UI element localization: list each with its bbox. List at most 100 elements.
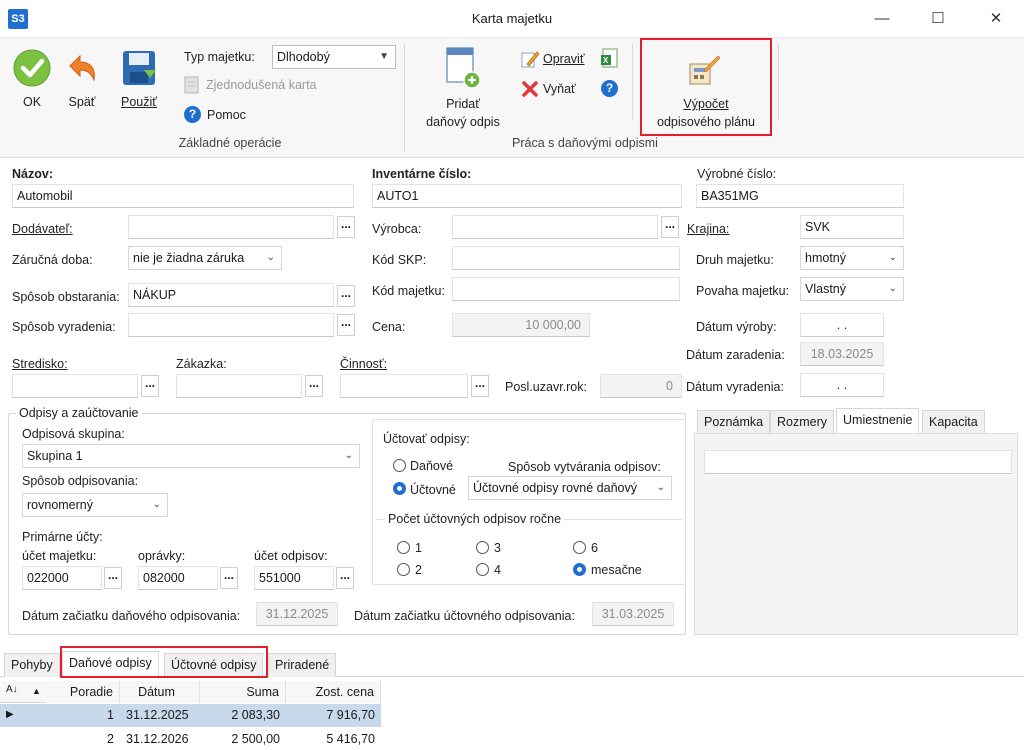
help-icon-2[interactable]: ? bbox=[601, 80, 618, 97]
activity-browse-button[interactable]: ... bbox=[471, 375, 489, 397]
remove-button[interactable]: Vyňať bbox=[543, 82, 576, 96]
ok-button[interactable]: OK bbox=[12, 95, 52, 109]
disposal-input[interactable] bbox=[128, 313, 334, 337]
sort-az-icon[interactable]: A↓ bbox=[6, 684, 26, 700]
skp-input[interactable] bbox=[452, 246, 680, 270]
acc-depr-input[interactable]: 551000 bbox=[254, 566, 334, 590]
col-header-residual[interactable]: Zost. cena bbox=[286, 681, 381, 703]
country-label: Krajina: bbox=[687, 222, 729, 236]
price-field: 10 000,00 bbox=[452, 313, 590, 337]
serial-input[interactable]: BA351MG bbox=[696, 184, 904, 208]
simplified-card-button[interactable]: Zjednodušená karta bbox=[206, 78, 317, 92]
order-input[interactable] bbox=[176, 374, 302, 398]
center-input[interactable] bbox=[12, 374, 138, 398]
nature-select[interactable]: Vlastný ⌄ bbox=[800, 277, 904, 301]
post-tax-radio[interactable] bbox=[393, 459, 406, 472]
disp-date-input[interactable]: . . bbox=[800, 373, 884, 397]
close-icon[interactable]: ✕ bbox=[974, 6, 1018, 32]
producer-browse-button[interactable]: ... bbox=[661, 216, 679, 238]
tab-location[interactable]: Umiestnenie bbox=[836, 408, 920, 434]
acc-asset-input[interactable]: 022000 bbox=[22, 566, 102, 590]
center-browse-button[interactable]: ... bbox=[141, 375, 159, 397]
help-button[interactable]: Pomoc bbox=[207, 108, 246, 122]
card-icon bbox=[184, 76, 200, 94]
method-select[interactable]: rovnomerný ⌄ bbox=[22, 493, 168, 517]
count-radio-2[interactable] bbox=[397, 563, 410, 576]
depr-group-select[interactable]: Skupina 1 ⌄ bbox=[22, 444, 360, 468]
col-header-date[interactable]: Dátum bbox=[120, 681, 200, 703]
acc-corr-browse-button[interactable]: ... bbox=[220, 567, 238, 589]
use-button[interactable]: Použiť bbox=[114, 95, 164, 109]
order-browse-button[interactable]: ... bbox=[305, 375, 323, 397]
sort-up-icon[interactable]: ▲ bbox=[32, 686, 41, 696]
ok-icon[interactable] bbox=[12, 48, 52, 88]
table-row[interactable]: 2 31.12.2026 2 500,00 5 416,70 bbox=[0, 728, 381, 750]
calc-line2: odpisového plánu bbox=[657, 115, 755, 129]
supplier-input[interactable] bbox=[128, 215, 334, 239]
tab-capacity[interactable]: Kapacita bbox=[922, 410, 985, 434]
add-document-icon[interactable] bbox=[444, 46, 482, 90]
calc-plan-button[interactable]: Výpočet odpisového plánu bbox=[642, 95, 770, 131]
undo-arrow-icon[interactable] bbox=[64, 52, 100, 86]
name-input[interactable]: Automobil bbox=[12, 184, 354, 208]
acc-start-field: 31.03.2025 bbox=[592, 602, 674, 626]
primary-accounts-label: Primárne účty: bbox=[22, 530, 103, 544]
count-radio-1[interactable] bbox=[397, 541, 410, 554]
col-header-order[interactable]: Poradie bbox=[46, 681, 120, 703]
disp-date-label: Dátum vyradenia: bbox=[686, 380, 784, 394]
help-icon[interactable]: ? bbox=[184, 106, 201, 123]
prod-date-input[interactable]: . . bbox=[800, 313, 884, 337]
acc-corr-input[interactable]: 082000 bbox=[138, 566, 218, 590]
acc-depr-label: účet odpisov: bbox=[254, 549, 328, 563]
col-header-amount[interactable]: Suma bbox=[200, 681, 286, 703]
count-radio-6[interactable] bbox=[573, 541, 586, 554]
cell-amount: 2 083,30 bbox=[231, 708, 280, 722]
last-year-field: 0 bbox=[600, 374, 682, 398]
acc-depr-browse-button[interactable]: ... bbox=[336, 567, 354, 589]
minimize-icon[interactable]: — bbox=[860, 6, 904, 32]
tab-note[interactable]: Poznámka bbox=[697, 410, 771, 434]
post-label: Účtovať odpisy: bbox=[383, 432, 470, 446]
edit-button[interactable]: Opraviť bbox=[543, 52, 585, 66]
acc-start-label: Dátum začiatku účtovného odpisovania: bbox=[354, 609, 575, 623]
acquire-input[interactable]: NÁKUP bbox=[128, 283, 334, 307]
supplier-browse-button[interactable]: ... bbox=[337, 216, 355, 238]
table-row[interactable]: ▶ 1 31.12.2025 2 083,30 7 916,70 bbox=[0, 704, 381, 727]
maximize-icon[interactable]: ☐ bbox=[916, 6, 960, 32]
count-label: Počet účtovných odpisov ročne bbox=[385, 512, 565, 526]
edit-pencil-icon[interactable] bbox=[521, 50, 540, 68]
tab-assigned[interactable]: Priradené bbox=[268, 653, 337, 677]
tab-dimensions[interactable]: Rozmery bbox=[770, 410, 835, 434]
ribbon-separator-2 bbox=[632, 44, 633, 120]
chevron-down-icon: ⌄ bbox=[344, 450, 353, 461]
acc-asset-browse-button[interactable]: ... bbox=[104, 567, 122, 589]
count-radio-4[interactable] bbox=[476, 563, 489, 576]
asset-code-input[interactable] bbox=[452, 277, 680, 301]
count-radio-monthly[interactable] bbox=[573, 563, 586, 576]
inv-number-input[interactable]: AUTO1 bbox=[372, 184, 682, 208]
country-input[interactable]: SVK bbox=[800, 215, 904, 239]
tab-movements[interactable]: Pohyby bbox=[4, 653, 60, 677]
location-input[interactable] bbox=[704, 450, 1012, 474]
back-button[interactable]: Späť bbox=[62, 95, 102, 109]
post-acc-radio[interactable] bbox=[393, 482, 406, 495]
depr-group-label: Odpisová skupina: bbox=[22, 427, 125, 441]
asset-type-select[interactable]: Dlhodobý ▼ bbox=[272, 45, 396, 69]
prod-date-label: Dátum výroby: bbox=[696, 320, 777, 334]
kind-select[interactable]: hmotný ⌄ bbox=[800, 246, 904, 270]
activity-label-text: Činnosť: bbox=[340, 357, 388, 371]
acquire-browse-button[interactable]: ... bbox=[337, 285, 355, 307]
activity-input[interactable] bbox=[340, 374, 468, 398]
producer-input[interactable] bbox=[452, 215, 658, 239]
add-tax-depr-button[interactable]: Pridať daňový odpis bbox=[412, 95, 514, 131]
delete-x-icon[interactable] bbox=[522, 81, 538, 97]
excel-export-icon[interactable]: X bbox=[600, 48, 620, 68]
save-disk-icon[interactable] bbox=[120, 48, 158, 88]
count-radio-3[interactable] bbox=[476, 541, 489, 554]
warranty-select[interactable]: nie je žiadna záruka ⌄ bbox=[128, 246, 282, 270]
depr-group-title: Odpisy a zaúčtovanie bbox=[16, 406, 142, 420]
calculator-icon[interactable] bbox=[686, 52, 722, 88]
producer-label: Výrobca: bbox=[372, 222, 422, 236]
disposal-browse-button[interactable]: ... bbox=[337, 314, 355, 336]
creation-select[interactable]: Účtovné odpisy rovné daňový ⌄ bbox=[468, 476, 672, 500]
